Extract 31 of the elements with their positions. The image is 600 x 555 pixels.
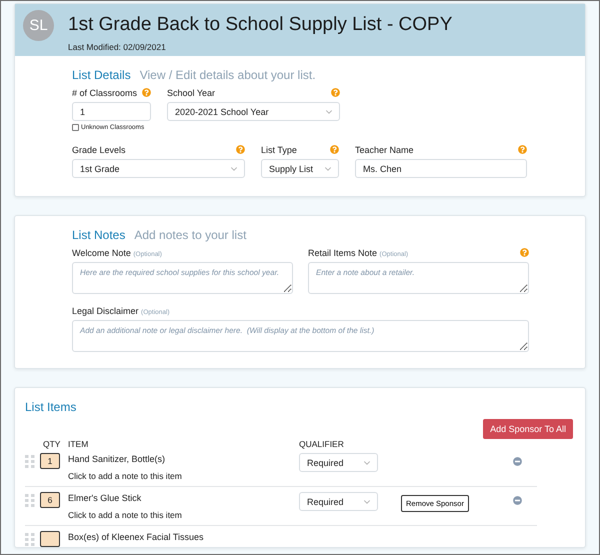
- item-name: Elmer's Glue Stick: [68, 493, 142, 503]
- field-label: List Type: [261, 144, 297, 154]
- column-header: QUALIFIER: [299, 439, 345, 449]
- item-name: Box(es) of Kleenex Facial Tissues: [68, 532, 205, 542]
- add-sponsor-button[interactable]: Add Sponsor To All: [483, 419, 573, 439]
- item-note-link[interactable]: Click to add a note to this item: [68, 471, 299, 481]
- field-label: Grade Levels: [72, 144, 126, 154]
- select-dropdown[interactable]: 2020-2021 School Year: [167, 102, 340, 121]
- section-heading: List Notes: [72, 228, 126, 242]
- field-label: Teacher Name: [355, 144, 414, 154]
- section-heading: List Details: [72, 68, 131, 82]
- column-header: ITEM: [68, 439, 90, 449]
- field-label: School Year: [167, 88, 216, 98]
- list-title: 1st Grade Back to School Supply List - COPY: [68, 14, 452, 36]
- quantity-field[interactable]: 1: [40, 453, 60, 469]
- text-input[interactable]: 1: [72, 102, 151, 121]
- section-heading: List Items: [25, 400, 76, 414]
- field-label: # of Classrooms: [72, 88, 138, 98]
- section-subheading: Add notes to your list: [134, 228, 246, 242]
- select-dropdown[interactable]: Supply List: [261, 159, 339, 178]
- qualifier-select[interactable]: Required: [299, 453, 378, 472]
- item-note-link[interactable]: Click to add a note to this item: [68, 510, 299, 520]
- quantity-field[interactable]: 6: [40, 492, 60, 508]
- select-dropdown[interactable]: 1st Grade: [72, 159, 245, 178]
- column-header: QTY: [43, 439, 62, 449]
- avatar: SL: [23, 10, 54, 41]
- qualifier-select[interactable]: Required: [299, 492, 378, 511]
- section-subheading: View / Edit details about your list.: [140, 68, 316, 82]
- text-input[interactable]: Ms. Chen: [355, 159, 527, 178]
- item-name: Hand Sanitizer, Bottle(s): [68, 454, 166, 464]
- last-modified: Last Modified: 02/09/2021: [68, 42, 167, 52]
